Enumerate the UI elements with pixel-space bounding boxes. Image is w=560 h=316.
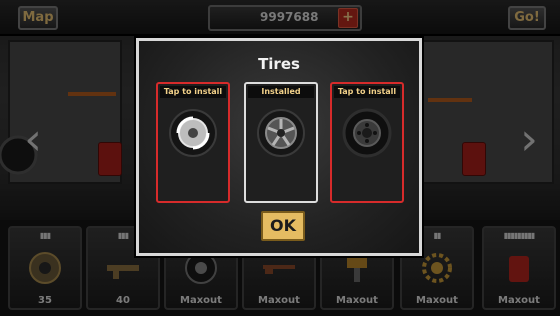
tire-option-status: Tap to install	[334, 86, 400, 98]
tire-option-2[interactable]: Installed	[244, 82, 318, 203]
ok-button[interactable]: OK	[261, 211, 305, 241]
tire-option-status: Tap to install	[160, 86, 226, 98]
tire-option-3[interactable]: Tap to install	[330, 82, 404, 203]
tire-option-status: Installed	[248, 86, 314, 98]
dialog-title: Tires	[258, 55, 300, 73]
tires-dialog: Tires Tap to install Installed Tap to in…	[136, 38, 422, 256]
offroad-tire-icon	[342, 108, 392, 158]
spoked-tire-icon	[169, 109, 217, 157]
alloy-tire-icon	[257, 109, 305, 157]
tire-option-1[interactable]: Tap to install	[156, 82, 230, 203]
